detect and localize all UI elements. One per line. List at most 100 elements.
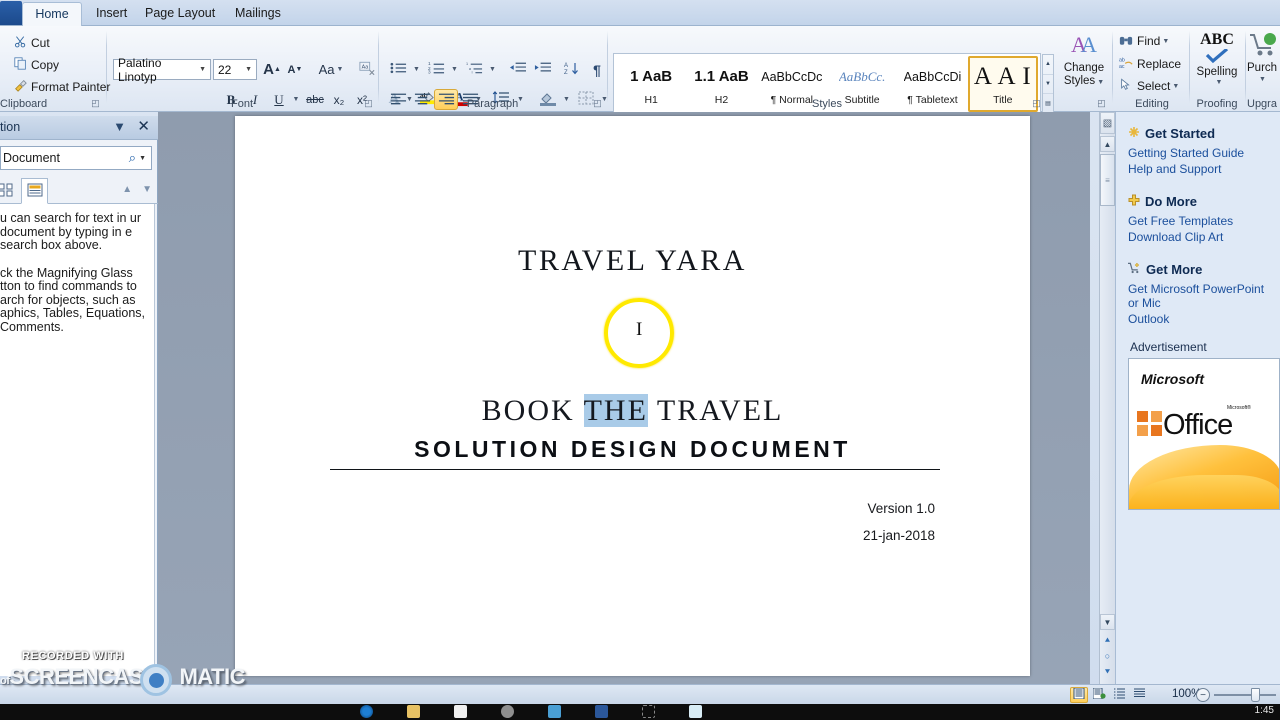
media-icon[interactable] <box>548 705 561 718</box>
ribbon: Cut Copy Format Painter Clipboard ◰ Pala… <box>0 26 1280 115</box>
tab-home[interactable]: Home <box>22 2 82 26</box>
ribbon-group-upgrade: Purch ▼ Upgra <box>1247 26 1280 112</box>
placeholder-icon[interactable] <box>642 705 655 718</box>
styles-more-icon[interactable]: ▤ <box>1043 94 1053 113</box>
zoom-out-button[interactable]: − <box>1196 688 1210 702</box>
link-get-free-templates[interactable]: Get Free Templates <box>1128 214 1272 228</box>
next-page-button[interactable]: ⯆ <box>1100 664 1115 680</box>
triangle-up-icon[interactable]: ▲ <box>122 184 132 195</box>
font-size-combo[interactable]: 22 ▼ <box>213 59 257 80</box>
select-label: Select <box>1137 79 1171 93</box>
browser-icon[interactable] <box>360 705 373 718</box>
view-outline-button[interactable] <box>1130 687 1148 703</box>
view-web-layout-button[interactable] <box>1110 687 1128 703</box>
navigation-pane-body: u can search for text in ur document by … <box>0 204 155 676</box>
grow-font-button[interactable]: A ▲ <box>261 59 283 80</box>
bullets-button[interactable] <box>386 59 410 80</box>
clipboard-dialog-launcher[interactable]: ◰ <box>90 98 101 109</box>
multilevel-list-button[interactable]: 1ai <box>462 59 486 80</box>
document-canvas[interactable]: TRAVEL YARA I BOOK THE TRAVEL SOLUTION D… <box>158 112 1090 684</box>
font-name-combo[interactable]: Palatino Linotyp ▼ <box>113 56 211 84</box>
change-case-button[interactable]: Aa ▼ <box>314 59 348 80</box>
purchase-button[interactable] <box>1249 32 1279 61</box>
replace-button[interactable]: ab ac Replace <box>1119 56 1181 72</box>
pilcrow-icon: ¶ <box>593 61 601 78</box>
svg-text:A: A <box>564 63 568 69</box>
folder-icon[interactable] <box>407 705 420 718</box>
link-outlook[interactable]: Outlook <box>1128 312 1272 326</box>
spelling-label: Spelling <box>1196 66 1238 78</box>
previous-page-button[interactable]: ⯅ <box>1100 632 1115 648</box>
panel-section-heading-get-started: Get Started <box>1128 126 1272 141</box>
styles-dialog-launcher[interactable]: ◰ <box>1031 98 1042 109</box>
decrease-indent-button[interactable] <box>505 59 529 80</box>
shop-icon[interactable] <box>454 705 467 718</box>
chevron-down-icon[interactable]: ▼ <box>139 155 151 162</box>
chevron-down-icon[interactable]: ▼ <box>1193 79 1245 86</box>
view-full-screen-reading-button[interactable] <box>1090 687 1108 703</box>
scrollbar-thumb[interactable]: ≡ <box>1100 154 1115 206</box>
sort-button[interactable]: AZ <box>560 59 584 80</box>
styles-scroll-down-icon[interactable]: ▼ <box>1043 75 1053 95</box>
styles-scroll-up-icon[interactable]: ▲ <box>1043 55 1053 75</box>
select-browse-object-button[interactable]: ▧ <box>1100 112 1115 134</box>
paragraph-dialog-launcher[interactable]: ◰ <box>592 98 603 109</box>
scroll-down-button[interactable]: ▼ <box>1100 614 1115 630</box>
navigation-search-box[interactable]: Document ⌕ ▼ <box>0 146 152 170</box>
link-get-office-apps[interactable]: Get Microsoft PowerPoint or Mic <box>1128 282 1272 310</box>
zoom-slider-knob[interactable] <box>1251 688 1260 702</box>
tab-mailings[interactable]: Mailings <box>223 2 293 26</box>
file-icon[interactable] <box>689 705 702 718</box>
font-dialog-launcher[interactable]: ◰ <box>363 98 374 109</box>
advertisement-banner[interactable]: Microsoft Office Microsoft® <box>1128 358 1280 510</box>
clear-formatting-button[interactable]: Aa <box>354 59 380 80</box>
chevron-down-icon: ▼ <box>1097 79 1105 86</box>
tab-page-layout[interactable]: Page Layout <box>133 2 227 26</box>
spelling-button[interactable]: ABC <box>1191 31 1243 67</box>
multilevel-dropdown[interactable]: ▼ <box>486 59 497 80</box>
format-painter-button[interactable]: Format Painter <box>14 79 110 95</box>
text-cursor-icon: I <box>636 319 643 340</box>
browse-object-circle-button[interactable]: ○ <box>1100 648 1115 664</box>
word-application-window: Home Insert Page Layout Mailings Cut Cop… <box>0 0 1280 720</box>
increase-indent-button[interactable] <box>530 59 554 80</box>
bullets-icon <box>390 61 407 78</box>
zoom-slider[interactable] <box>1214 694 1276 696</box>
office-logo-icon <box>1137 411 1163 437</box>
triangle-down-icon[interactable]: ▼ <box>142 184 152 195</box>
copy-button[interactable]: Copy <box>14 57 59 73</box>
select-button[interactable]: Select ▼ <box>1119 78 1179 94</box>
tab-insert[interactable]: Insert <box>84 2 139 26</box>
document-page[interactable]: TRAVEL YARA I BOOK THE TRAVEL SOLUTION D… <box>235 116 1030 676</box>
close-icon[interactable]: ✕ <box>137 117 150 135</box>
vertical-scrollbar[interactable]: ▧ ▲ ≡ ▼ ⯅ ○ ⯆ <box>1099 112 1115 684</box>
nav-tab-results[interactable] <box>21 178 48 204</box>
chevron-down-icon[interactable]: ▼ <box>1259 76 1266 83</box>
numbering-dropdown[interactable]: ▼ <box>448 59 459 80</box>
taskbar-clock[interactable]: 1:45 <box>1255 705 1274 716</box>
panel-section-heading-do-more: Do More <box>1128 194 1272 209</box>
heading-selected-word[interactable]: THE <box>583 394 648 427</box>
scroll-up-button[interactable]: ▲ <box>1100 136 1115 152</box>
change-styles-button[interactable]: AA <box>1062 32 1108 61</box>
numbering-button[interactable]: 123 <box>424 59 448 80</box>
shrink-font-button[interactable]: A ▼ <box>284 59 306 80</box>
file-tab[interactable] <box>0 1 22 25</box>
chevron-down-icon[interactable]: ▼ <box>113 119 126 134</box>
magnifier-icon[interactable]: ⌕ <box>129 150 139 166</box>
link-getting-started-guide[interactable]: Getting Started Guide <box>1128 146 1272 160</box>
view-print-layout-button[interactable] <box>1070 687 1088 703</box>
cut-button[interactable]: Cut <box>14 35 50 51</box>
word-icon[interactable] <box>595 705 608 718</box>
svg-text:ab: ab <box>1119 58 1125 64</box>
show-formatting-marks-button[interactable]: ¶ <box>586 59 608 80</box>
styles-gallery-scroll[interactable]: ▲ ▼ ▤ <box>1042 54 1054 114</box>
nav-tab-thumbnails[interactable] <box>0 178 19 204</box>
settings-icon[interactable] <box>501 705 514 718</box>
change-styles-dialog-launcher[interactable]: ◰ <box>1096 98 1107 109</box>
bullets-dropdown[interactable]: ▼ <box>410 59 421 80</box>
find-button[interactable]: Find ▼ <box>1119 33 1169 49</box>
link-help-and-support[interactable]: Help and Support <box>1128 162 1272 176</box>
link-download-clip-art[interactable]: Download Clip Art <box>1128 230 1272 244</box>
abc-text: ABC <box>1200 31 1234 48</box>
